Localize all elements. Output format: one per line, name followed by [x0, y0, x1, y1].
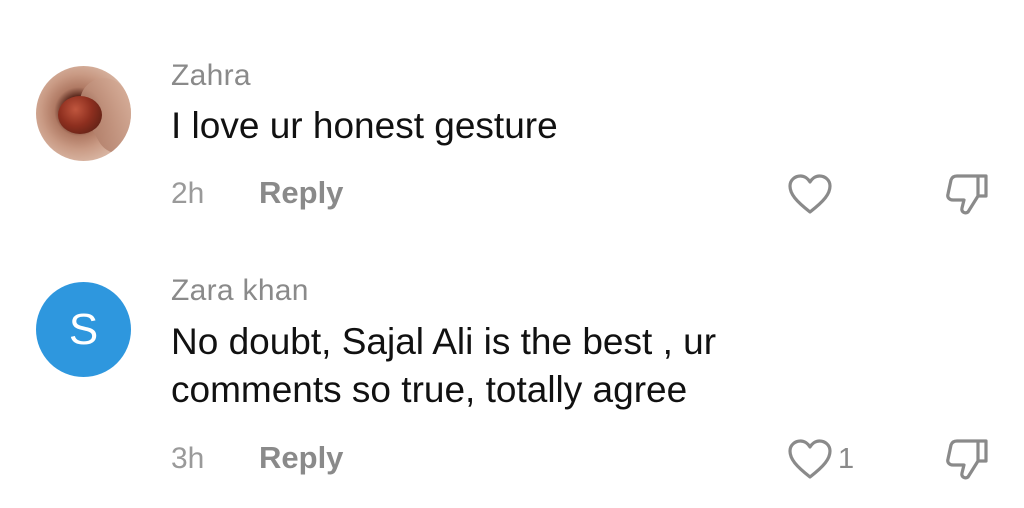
avatar-photo-detail	[58, 96, 102, 134]
thumbs-down-outline-icon[interactable]	[942, 170, 992, 218]
comment-text-line: comments so true, totally agree	[171, 369, 688, 410]
thumbs-down-outline-icon[interactable]	[942, 435, 992, 483]
heart-outline-icon[interactable]	[786, 172, 834, 216]
comment-timestamp: 3h	[171, 442, 205, 475]
comment-text-line: No doubt, Sajal Ali is the best , ur	[171, 321, 717, 362]
reply-button[interactable]: Reply	[259, 175, 343, 211]
avatar[interactable]: S	[36, 282, 131, 377]
avatar-letter: S	[68, 305, 99, 354]
reply-button[interactable]: Reply	[259, 440, 343, 476]
avatar[interactable]	[36, 66, 131, 161]
comment-timestamp: 2h	[171, 177, 205, 210]
comment-text: I love ur honest gesture	[171, 105, 558, 146]
heart-outline-icon[interactable]	[786, 437, 834, 481]
like-count: 1	[838, 443, 855, 475]
comment-text: No doubt, Sajal Ali is the best , ur com…	[171, 318, 871, 414]
comment-username[interactable]: Zahra	[171, 58, 251, 94]
comment-username[interactable]: Zara khan	[171, 273, 309, 309]
